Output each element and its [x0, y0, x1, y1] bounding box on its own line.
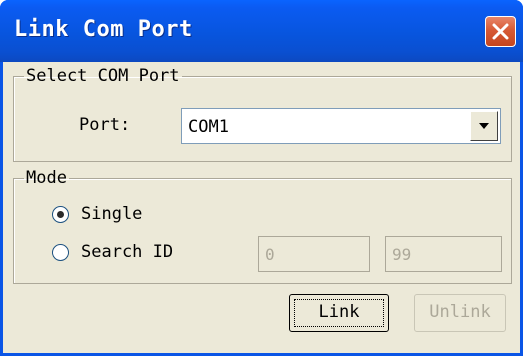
title-bar[interactable]: Link Com Port [0, 0, 523, 62]
close-icon [492, 23, 509, 40]
dialog-client-area: Select COM Port Port: COM1 Mode Single S… [3, 62, 520, 353]
window-title: Link Com Port [14, 17, 193, 42]
port-select[interactable]: COM1 [181, 108, 501, 144]
single-radio[interactable] [52, 206, 69, 223]
search-id-from-field[interactable]: 0 [258, 236, 370, 272]
single-radio-label[interactable]: Single [81, 204, 142, 224]
port-dropdown-button[interactable] [470, 111, 498, 141]
single-radio-dot [57, 211, 64, 218]
com-port-group-legend: Select COM Port [26, 66, 180, 86]
search-id-to-field[interactable]: 99 [385, 236, 502, 272]
search-id-radio[interactable] [52, 244, 69, 261]
mode-group-legend: Mode [26, 168, 67, 188]
search-id-from-value: 0 [265, 245, 275, 264]
chevron-down-icon [479, 123, 489, 129]
link-button-focus-rect [294, 299, 384, 327]
port-label: Port: [79, 115, 131, 135]
port-select-value: COM1 [188, 117, 229, 137]
close-button[interactable] [485, 16, 516, 47]
search-id-radio-label[interactable]: Search ID [81, 242, 173, 262]
unlink-button[interactable]: Unlink [414, 294, 506, 332]
search-id-to-value: 99 [392, 245, 412, 264]
unlink-button-label: Unlink [429, 302, 491, 322]
link-button[interactable]: Link [289, 294, 389, 332]
dialog-window: Link Com Port Select COM Port Port: COM1… [0, 0, 523, 356]
